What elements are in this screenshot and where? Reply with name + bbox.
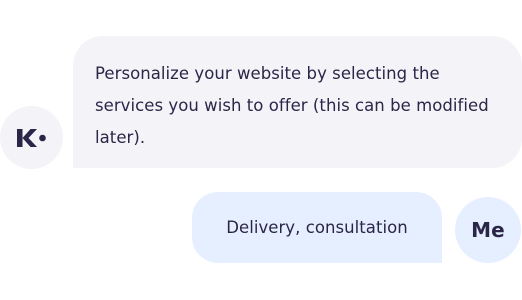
user-message-bubble: Delivery, consultation [192,192,442,263]
bot-avatar [0,106,63,169]
user-message-text: Delivery, consultation [226,218,408,237]
bot-message-bubble: Personalize your website by selecting th… [73,36,522,168]
bot-message-text: Personalize your website by selecting th… [95,64,489,147]
chat-thread: Personalize your website by selecting th… [0,0,522,300]
brand-logo-icon [16,128,46,147]
user-avatar: Me [455,197,521,263]
user-avatar-label: Me [471,218,505,242]
